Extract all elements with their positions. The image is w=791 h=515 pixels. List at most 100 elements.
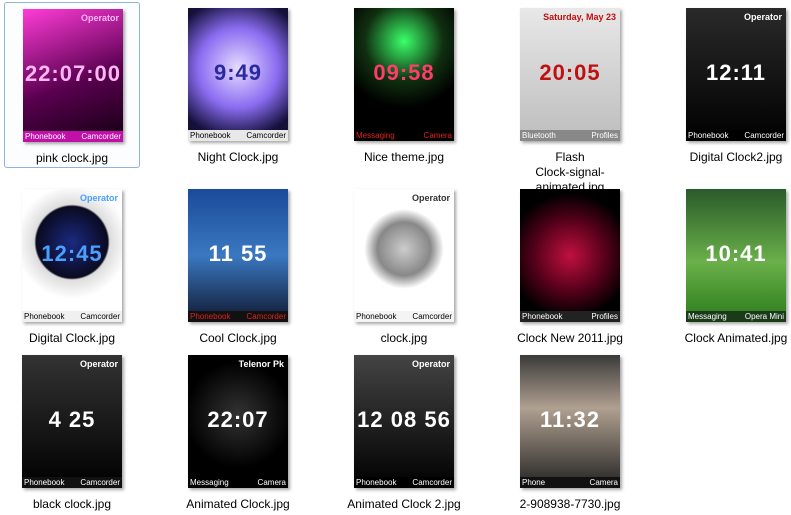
thumb-right-key: Profiles: [591, 131, 618, 140]
thumb-right-key: Camcorder: [80, 312, 120, 321]
thumbnail-image[interactable]: Operator 12 08 56 Phonebook Camcorder: [354, 355, 454, 488]
thumb-right-key: Camcorder: [246, 131, 286, 140]
thumb-right-key: Camcorder: [412, 312, 452, 321]
thumb-right-key: Profiles: [591, 312, 618, 321]
thumb-left-key: Phone: [522, 478, 546, 487]
thumb-operator: Operator: [79, 359, 118, 369]
thumb-time: 20:05: [539, 60, 601, 85]
thumb-left-key: Phonebook: [688, 131, 729, 140]
thumb-right-key: Opera Mini: [744, 312, 784, 321]
thumb-time: 09:58: [373, 60, 435, 85]
thumbnail-image[interactable]: 10:41 Messaging Opera Mini: [686, 189, 786, 322]
thumbnail-image[interactable]: 9:49 Phonebook Camcorder: [188, 8, 288, 141]
thumb-time: 9:49: [213, 60, 263, 85]
thumb-time: 11 55: [208, 241, 268, 266]
thumb-time: 22:07:00: [24, 61, 122, 86]
file-item[interactable]: 09:58 Messaging Camera Nice theme.jpg: [336, 2, 472, 184]
thumb-right-key: Camcorder: [412, 478, 452, 487]
thumb-softkeys: Bluetooth Profiles: [520, 130, 620, 141]
thumb-right-key: Camcorder: [80, 478, 120, 487]
file-name: Clock New 2011.jpg: [517, 331, 623, 345]
file-name: Clock Animated.jpg: [684, 331, 788, 345]
thumb-left-key: Phonebook: [25, 132, 66, 141]
thumb-softkeys: Phonebook Camcorder: [354, 311, 454, 322]
thumb-operator: Saturday, May 23: [543, 12, 616, 22]
file-item[interactable]: 11:32 Phone Camera 2-908938-7730.jpg: [502, 349, 638, 515]
thumbnail-image[interactable]: Saturday, May 23 20:05 Bluetooth Profile…: [520, 8, 620, 141]
thumb-left-key: Messaging: [356, 131, 395, 140]
file-name: black clock.jpg: [32, 497, 112, 511]
thumbnail-image[interactable]: Operator Phonebook Camcorder: [354, 189, 454, 322]
thumb-left-key: Phonebook: [522, 312, 563, 321]
file-item[interactable]: Saturday, May 23 20:05 Bluetooth Profile…: [502, 2, 638, 194]
thumb-right-key: Camcorder: [246, 312, 286, 321]
thumb-left-key: Phonebook: [356, 478, 397, 487]
file-name: clock.jpg: [380, 331, 428, 345]
thumb-time: 12:11: [705, 60, 767, 85]
thumb-left-key: Phonebook: [190, 312, 231, 321]
thumb-operator: Operator: [411, 193, 450, 203]
thumb-right-key: Camera: [589, 478, 618, 487]
thumb-right-key: Camcorder: [744, 131, 784, 140]
thumbnail-image[interactable]: 11:32 Phone Camera: [520, 355, 620, 488]
file-name: pink clock.jpg: [35, 151, 109, 165]
file-name: Cool Clock.jpg: [199, 331, 277, 345]
thumb-softkeys: Messaging Camera: [354, 130, 454, 141]
thumbnail-image[interactable]: Operator 4 25 Phonebook Camcorder: [22, 355, 122, 488]
thumb-time: 12 08 56: [357, 407, 451, 432]
thumb-softkeys: Phonebook Camcorder: [22, 477, 122, 488]
thumb-left-key: Phonebook: [356, 312, 397, 321]
thumbnail-image[interactable]: Phonebook Profiles: [520, 189, 620, 322]
thumb-right-key: Camcorder: [81, 132, 121, 141]
thumb-softkeys: Phonebook Camcorder: [22, 311, 122, 322]
thumb-softkeys: Messaging Camera: [188, 477, 288, 488]
file-item[interactable]: 9:49 Phonebook Camcorder Night Clock.jpg: [170, 2, 306, 184]
thumb-operator: Operator: [80, 13, 119, 23]
thumbnail-image[interactable]: Operator 12:45 Phonebook Camcorder: [22, 189, 122, 322]
thumb-left-key: Phonebook: [24, 312, 65, 321]
file-item[interactable]: Telenor Pk 22:07 Messaging Camera Animat…: [170, 349, 306, 515]
file-name: Animated Clock 2.jpg: [347, 497, 461, 511]
thumb-time: 11:32: [539, 407, 601, 432]
thumb-softkeys: Phonebook Camcorder: [23, 131, 123, 142]
thumb-softkeys: Phone Camera: [520, 477, 620, 488]
file-item[interactable]: Operator Phonebook Camcorder clock.jpg: [336, 183, 472, 349]
thumb-softkeys: Phonebook Profiles: [520, 311, 620, 322]
file-name: Animated Clock.jpg: [186, 497, 290, 511]
thumb-operator: Operator: [411, 359, 450, 369]
file-item[interactable]: Phonebook Profiles Clock New 2011.jpg: [502, 183, 638, 349]
thumb-softkeys: Phonebook Camcorder: [188, 130, 288, 141]
thumb-time: 22:07: [207, 407, 269, 432]
thumbnail-image[interactable]: Operator 22:07:00 Phonebook Camcorder: [23, 9, 123, 142]
file-item[interactable]: Operator 4 25 Phonebook Camcorder black …: [4, 349, 140, 515]
file-name: Nice theme.jpg: [363, 150, 445, 164]
thumbnail-image[interactable]: 11 55 Phonebook Camcorder: [188, 189, 288, 322]
thumb-left-key: Messaging: [688, 312, 727, 321]
thumb-operator: Operator: [743, 12, 782, 22]
file-item[interactable]: 10:41 Messaging Opera Mini Clock Animate…: [668, 183, 791, 349]
file-item[interactable]: 11 55 Phonebook Camcorder Cool Clock.jpg: [170, 183, 306, 349]
thumb-softkeys: Phonebook Camcorder: [188, 311, 288, 322]
file-item[interactable]: Operator 12:11 Phonebook Camcorder Digit…: [668, 2, 791, 184]
thumbnail-image[interactable]: 09:58 Messaging Camera: [354, 8, 454, 141]
thumb-time: 10:41: [705, 241, 767, 266]
thumb-left-key: Phonebook: [190, 131, 231, 140]
file-name: 2-908938-7730.jpg: [519, 497, 621, 511]
thumb-time: 4 25: [48, 407, 96, 432]
file-item[interactable]: Operator 22:07:00 Phonebook Camcorder pi…: [4, 2, 140, 168]
thumb-left-key: Phonebook: [24, 478, 65, 487]
file-item[interactable]: Operator 12:45 Phonebook Camcorder Digit…: [4, 183, 140, 349]
thumb-time: 12:45: [41, 241, 103, 266]
file-name: Digital Clock2.jpg: [689, 150, 783, 164]
file-name: Digital Clock.jpg: [28, 331, 116, 345]
file-item[interactable]: Operator 12 08 56 Phonebook Camcorder An…: [336, 349, 472, 515]
thumb-left-key: Messaging: [190, 478, 229, 487]
thumbnail-image[interactable]: Telenor Pk 22:07 Messaging Camera: [188, 355, 288, 488]
thumbnail-image[interactable]: Operator 12:11 Phonebook Camcorder: [686, 8, 786, 141]
thumb-softkeys: Phonebook Camcorder: [686, 130, 786, 141]
thumb-right-key: Camera: [257, 478, 286, 487]
thumb-operator: Telenor Pk: [238, 359, 284, 369]
thumb-softkeys: Phonebook Camcorder: [354, 477, 454, 488]
thumb-softkeys: Messaging Opera Mini: [686, 311, 786, 322]
thumb-operator: Operator: [79, 193, 118, 203]
